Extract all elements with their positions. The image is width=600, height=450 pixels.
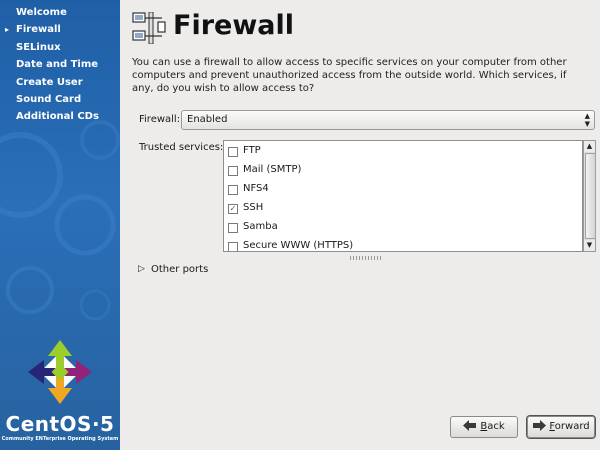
checkbox[interactable] bbox=[228, 166, 238, 176]
firewall-label: Firewall: bbox=[139, 114, 181, 125]
current-step-arrow-icon: ▸ bbox=[5, 25, 10, 35]
service-label: Samba bbox=[243, 221, 278, 232]
intro-text: You can use a firewall to allow access t… bbox=[132, 57, 567, 94]
checkbox[interactable] bbox=[228, 185, 238, 195]
service-label: Secure WWW (HTTPS) bbox=[243, 240, 354, 251]
trusted-services-list[interactable]: FTP Mail (SMTP) NFS4 ✓ SSH Samba Secure WWW (H… bbox=[223, 140, 583, 252]
checkbox-checked[interactable]: ✓ bbox=[228, 204, 238, 214]
firewall-select-value: Enabled bbox=[187, 114, 228, 125]
step-list: Welcome ▸ Firewall SELinux Date and Time Crea… bbox=[0, 4, 120, 126]
centos-logo-icon bbox=[28, 340, 92, 404]
step-additional-cds: Additional CDs bbox=[0, 108, 120, 125]
firewall-select[interactable]: Enabled ▲ ▼ bbox=[181, 110, 595, 130]
step-label: Welcome bbox=[16, 7, 67, 18]
brand-tagline: Community ENTerprise Operating System bbox=[1, 436, 119, 442]
back-button-label: Back bbox=[480, 421, 504, 432]
back-button[interactable]: Back bbox=[450, 416, 518, 438]
step-label: SELinux bbox=[16, 41, 61, 53]
other-ports-label: Other ports bbox=[151, 264, 209, 275]
step-selinux: SELinux bbox=[0, 39, 120, 56]
service-label: Mail (SMTP) bbox=[243, 164, 302, 175]
step-welcome: Welcome bbox=[0, 4, 120, 21]
checkbox[interactable] bbox=[228, 147, 238, 157]
service-label: NFS4 bbox=[243, 183, 269, 194]
trusted-services-label: Trusted services: bbox=[139, 142, 224, 153]
expander-triangle-icon: ▷ bbox=[138, 264, 145, 274]
step-label: Sound Card bbox=[16, 93, 82, 105]
step-label: Create User bbox=[16, 76, 83, 88]
step-create-user: Create User bbox=[0, 74, 120, 91]
step-date-and-time: Date and Time bbox=[0, 56, 120, 73]
pane-resize-grip[interactable] bbox=[350, 256, 382, 260]
back-button-label-rest: ack bbox=[487, 421, 505, 432]
checkbox[interactable] bbox=[228, 223, 238, 233]
scroll-down-arrow-icon[interactable]: ▼ bbox=[584, 240, 595, 251]
step-label: Date and Time bbox=[16, 59, 99, 71]
scrollbar-thumb[interactable] bbox=[585, 153, 596, 239]
forward-button-label-rest: orward bbox=[554, 421, 590, 432]
step-sound-card: Sound Card bbox=[0, 91, 120, 108]
step-label: Firewall bbox=[16, 24, 61, 36]
step-firewall: ▸ Firewall bbox=[0, 21, 120, 38]
forward-button[interactable]: Forward bbox=[527, 416, 595, 438]
service-label: SSH bbox=[243, 202, 264, 213]
service-label: FTP bbox=[243, 145, 261, 156]
page-title: Firewall bbox=[173, 10, 294, 41]
brand-name: CentOS·5 bbox=[5, 412, 115, 436]
checkbox[interactable] bbox=[228, 242, 238, 251]
services-scrollbar[interactable]: ▲ ▼ bbox=[583, 140, 596, 252]
step-label: Additional CDs bbox=[16, 111, 99, 123]
firewall-icon bbox=[132, 12, 166, 44]
forward-arrow-icon bbox=[533, 420, 547, 431]
forward-button-label: Forward bbox=[549, 421, 589, 432]
updown-arrows-icon: ▲ ▼ bbox=[584, 112, 590, 128]
back-arrow-icon bbox=[463, 420, 477, 431]
sidebar: Welcome ▸ Firewall SELinux Date and Time Crea… bbox=[0, 0, 120, 450]
scroll-up-arrow-icon[interactable]: ▲ bbox=[584, 141, 595, 152]
